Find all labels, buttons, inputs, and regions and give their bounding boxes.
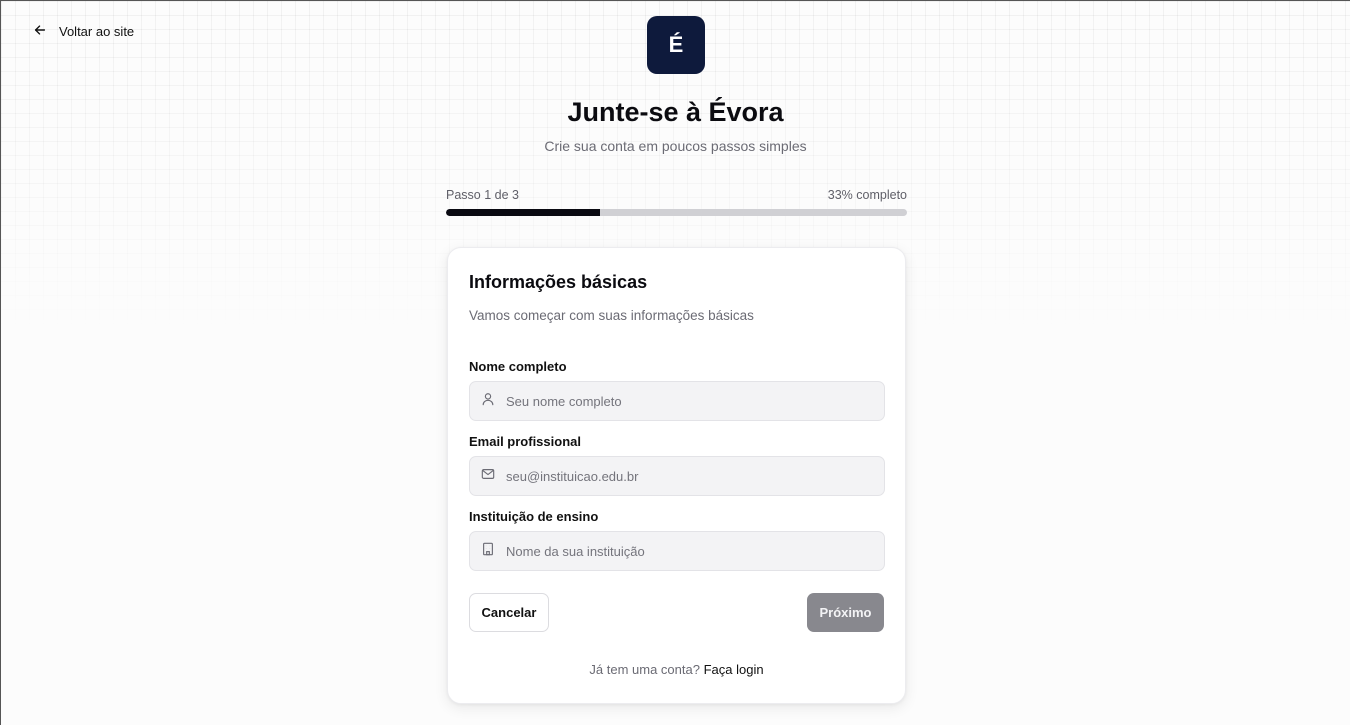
mail-icon	[481, 467, 495, 486]
institution-input-box	[469, 531, 885, 571]
page-title: Junte-se à Évora	[567, 97, 784, 127]
institution-label: Instituição de ensino	[469, 509, 599, 524]
arrow-left-icon	[33, 23, 47, 40]
full-name-input[interactable]	[506, 393, 866, 409]
login-prompt-text: Já tem uma conta?	[589, 662, 700, 677]
building-icon	[481, 542, 495, 561]
institution-field-group: Instituição de ensino	[469, 509, 885, 571]
progress-track	[446, 209, 907, 216]
form-title: Informações básicas	[469, 272, 648, 292]
brand-logo: É	[647, 16, 705, 74]
email-label: Email profissional	[469, 434, 581, 449]
full-name-label: Nome completo	[469, 359, 567, 374]
progress-percent-label: 33% completo	[827, 188, 907, 202]
user-icon	[481, 392, 495, 411]
full-name-field-group: Nome completo	[469, 359, 885, 421]
signup-progress: Passo 1 de 3 33% completo	[446, 188, 907, 216]
institution-input[interactable]	[506, 543, 866, 559]
cancel-button[interactable]: Cancelar	[469, 593, 549, 632]
form-description: Vamos começar com suas informações básic…	[469, 308, 754, 323]
back-link-label: Voltar ao site	[59, 24, 135, 39]
login-prompt: Já tem uma conta? Faça login	[469, 662, 884, 677]
email-input-box	[469, 456, 885, 496]
page-subtitle: Crie sua conta em poucos passos simples	[544, 138, 807, 154]
email-input[interactable]	[506, 468, 866, 484]
full-name-input-box	[469, 381, 885, 421]
back-to-site-link[interactable]: Voltar ao site	[33, 23, 134, 40]
email-field-group: Email profissional	[469, 434, 885, 496]
progress-fill	[446, 209, 600, 216]
next-button[interactable]: Próximo	[807, 593, 884, 632]
login-link[interactable]: Faça login	[704, 662, 764, 677]
signup-card: Informações básicas Vamos começar com su…	[447, 247, 906, 704]
form-actions: Cancelar Próximo	[469, 593, 884, 632]
logo-letter: É	[668, 32, 684, 57]
progress-step-label: Passo 1 de 3	[446, 188, 519, 202]
